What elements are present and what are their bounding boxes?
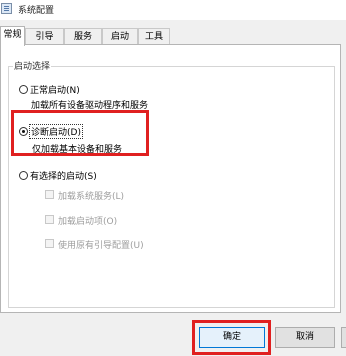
window-title: 系统配置 xyxy=(18,6,55,16)
tab-tools[interactable]: 工具 xyxy=(138,28,170,45)
tab-general[interactable]: 常规 xyxy=(0,26,25,46)
use-original-boot-config-checkbox[interactable] xyxy=(45,239,54,248)
use-original-boot-config-label: 使用原有引导配置(U) xyxy=(58,241,144,251)
ok-button[interactable]: 确定 xyxy=(199,327,265,348)
tab-boot[interactable]: 引导 xyxy=(25,28,64,45)
startup-selection-label: 启动选择 xyxy=(13,59,52,72)
system-config-icon xyxy=(1,3,12,14)
load-startup-items-label: 加载启动项(O) xyxy=(58,217,118,227)
apply-button-partial[interactable] xyxy=(341,327,346,348)
load-system-services-checkbox[interactable] xyxy=(45,190,54,199)
tab-bar: 常规 引导 服务 启动 工具 xyxy=(0,26,346,46)
normal-startup-radio[interactable] xyxy=(19,85,28,94)
cancel-button[interactable]: 取消 xyxy=(275,327,335,348)
general-tab-panel: 启动选择 正常启动(N) 加载所有设备驱动程序和服务 诊断启动(D) 仅加载基本… xyxy=(0,44,341,313)
title-bar: 系统配置 xyxy=(0,0,346,20)
selective-startup-label[interactable]: 有选择的启动(S) xyxy=(30,169,97,182)
normal-startup-label[interactable]: 正常启动(N) xyxy=(30,83,80,96)
selective-startup-radio[interactable] xyxy=(19,171,28,180)
load-startup-items-checkbox[interactable] xyxy=(45,215,54,224)
load-system-services-label: 加载系统服务(L) xyxy=(58,192,125,202)
tab-startup[interactable]: 启动 xyxy=(102,28,138,45)
tab-services[interactable]: 服务 xyxy=(64,28,102,45)
diagnostic-startup-highlight xyxy=(11,110,149,156)
